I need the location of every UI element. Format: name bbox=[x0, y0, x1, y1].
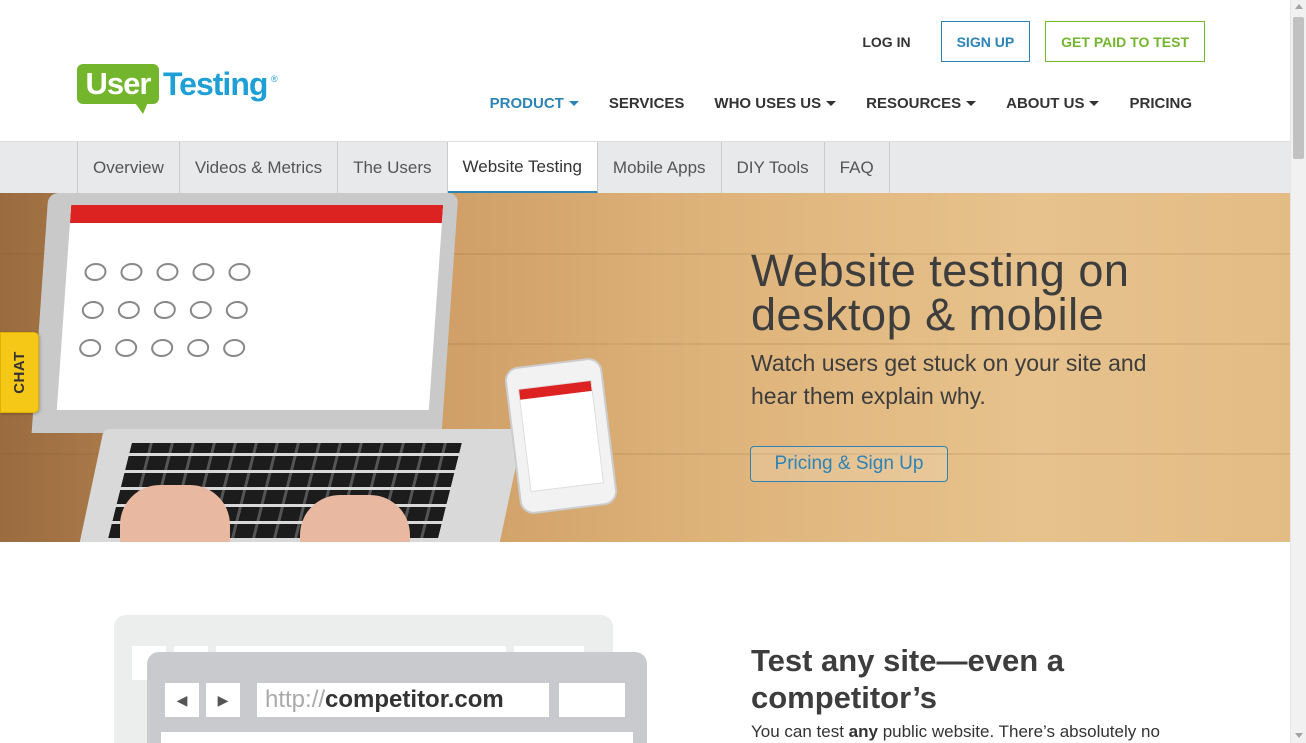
browser-illustration-body bbox=[161, 732, 633, 743]
tab-faq[interactable]: FAQ bbox=[825, 142, 890, 194]
section-title: Test any site—even a competitor’s bbox=[751, 642, 1231, 716]
chat-tab-label: CHAT bbox=[11, 351, 29, 394]
tab-videos-metrics[interactable]: Videos & Metrics bbox=[180, 142, 339, 194]
hero-subtitle-line2: hear them explain why. bbox=[751, 383, 986, 409]
hero-title-line2: desktop & mobile bbox=[751, 289, 1105, 340]
login-link[interactable]: LOG IN bbox=[862, 34, 910, 50]
nav-product-label: PRODUCT bbox=[489, 95, 564, 112]
hero-subtitle-line1: Watch users get stuck on your site and bbox=[751, 350, 1147, 376]
scroll-down-arrow-icon[interactable] bbox=[1295, 733, 1303, 738]
caret-down-icon bbox=[826, 101, 837, 106]
url-protocol: http:// bbox=[265, 686, 326, 713]
logo-user-badge: User bbox=[77, 64, 159, 104]
logo-testing-text: Testing bbox=[163, 66, 268, 102]
logo-speech-tail bbox=[133, 100, 149, 114]
get-paid-to-test-button[interactable]: GET PAID TO TEST bbox=[1045, 21, 1205, 62]
laptop-display-image bbox=[56, 205, 444, 410]
forward-arrow-icon: ▶ bbox=[206, 683, 240, 717]
caret-down-icon bbox=[568, 101, 579, 106]
section-title-line1: Test any site—even a bbox=[751, 643, 1065, 678]
tab-diy-tools[interactable]: DIY Tools bbox=[722, 142, 825, 194]
product-sub-nav: Overview Videos & Metrics The Users Webs… bbox=[0, 141, 1290, 194]
tab-the-users[interactable]: The Users bbox=[338, 142, 448, 194]
scrollbar-thumb[interactable] bbox=[1293, 17, 1304, 159]
display-header-bar bbox=[69, 205, 444, 223]
tab-website-testing[interactable]: Website Testing bbox=[447, 142, 598, 194]
hero-banner: Website testing on desktop & mobile Watc… bbox=[0, 193, 1290, 542]
illustration-url-bar: http://competitor.com bbox=[257, 683, 549, 717]
phone-screen-image bbox=[517, 379, 605, 493]
scroll-up-arrow-icon[interactable] bbox=[1295, 4, 1303, 9]
tab-mobile-apps[interactable]: Mobile Apps bbox=[598, 142, 722, 194]
caret-down-icon bbox=[966, 101, 977, 106]
signup-button[interactable]: SIGN UP bbox=[940, 21, 1031, 62]
caret-down-icon bbox=[1089, 101, 1100, 106]
smartphone-image bbox=[503, 356, 619, 516]
section-text-start: You can test bbox=[751, 722, 849, 741]
chat-tab[interactable]: CHAT bbox=[0, 332, 39, 413]
section-title-line2: competitor’s bbox=[751, 680, 938, 715]
nav-resources-label: RESOURCES bbox=[866, 95, 962, 112]
page-scrollbar[interactable] bbox=[1290, 0, 1306, 743]
section-text-end: public website. There’s absolutely no bbox=[877, 722, 1160, 741]
display-product-row bbox=[62, 291, 437, 329]
section-body-text: You can test any public website. There’s… bbox=[751, 721, 1211, 743]
site-header: User Testing ® LOG IN SIGN UP GET PAID T… bbox=[0, 0, 1290, 141]
section-text-bold: any bbox=[848, 722, 878, 741]
hero-text: Website testing on desktop & mobile Watc… bbox=[751, 248, 1271, 413]
nav-who-uses-us[interactable]: WHO USES US bbox=[714, 95, 837, 112]
tab-overview[interactable]: Overview bbox=[78, 142, 180, 194]
sub-nav-tabs: Overview Videos & Metrics The Users Webs… bbox=[77, 142, 890, 194]
nav-services[interactable]: SERVICES bbox=[609, 95, 685, 112]
top-actions: LOG IN SIGN UP GET PAID TO TEST bbox=[862, 21, 1205, 62]
back-arrow-icon: ◀ bbox=[165, 683, 199, 717]
hero-title: Website testing on desktop & mobile bbox=[751, 248, 1271, 340]
nav-services-label: SERVICES bbox=[608, 95, 685, 112]
typing-hands-image bbox=[110, 475, 430, 542]
url-domain: competitor.com bbox=[325, 686, 504, 713]
nav-about-us[interactable]: ABOUT US bbox=[1006, 95, 1100, 112]
nav-about-us-label: ABOUT US bbox=[1006, 95, 1085, 112]
pricing-signup-button[interactable]: Pricing & Sign Up bbox=[750, 446, 948, 482]
hero-subtitle: Watch users get stuck on your site and h… bbox=[751, 347, 1271, 413]
display-product-row bbox=[65, 253, 440, 291]
nav-who-uses-us-label: WHO USES US bbox=[714, 95, 822, 112]
browser-toolbar-box bbox=[559, 683, 625, 717]
nav-resources[interactable]: RESOURCES bbox=[866, 95, 977, 112]
main-nav: PRODUCT SERVICES WHO USES US RESOURCES A… bbox=[460, 95, 1192, 112]
nav-pricing-label: PRICING bbox=[1129, 95, 1192, 112]
display-product-row bbox=[60, 329, 435, 367]
nav-pricing[interactable]: PRICING bbox=[1129, 95, 1192, 112]
logo-registered-mark: ® bbox=[271, 74, 278, 84]
nav-product[interactable]: PRODUCT bbox=[490, 95, 579, 112]
